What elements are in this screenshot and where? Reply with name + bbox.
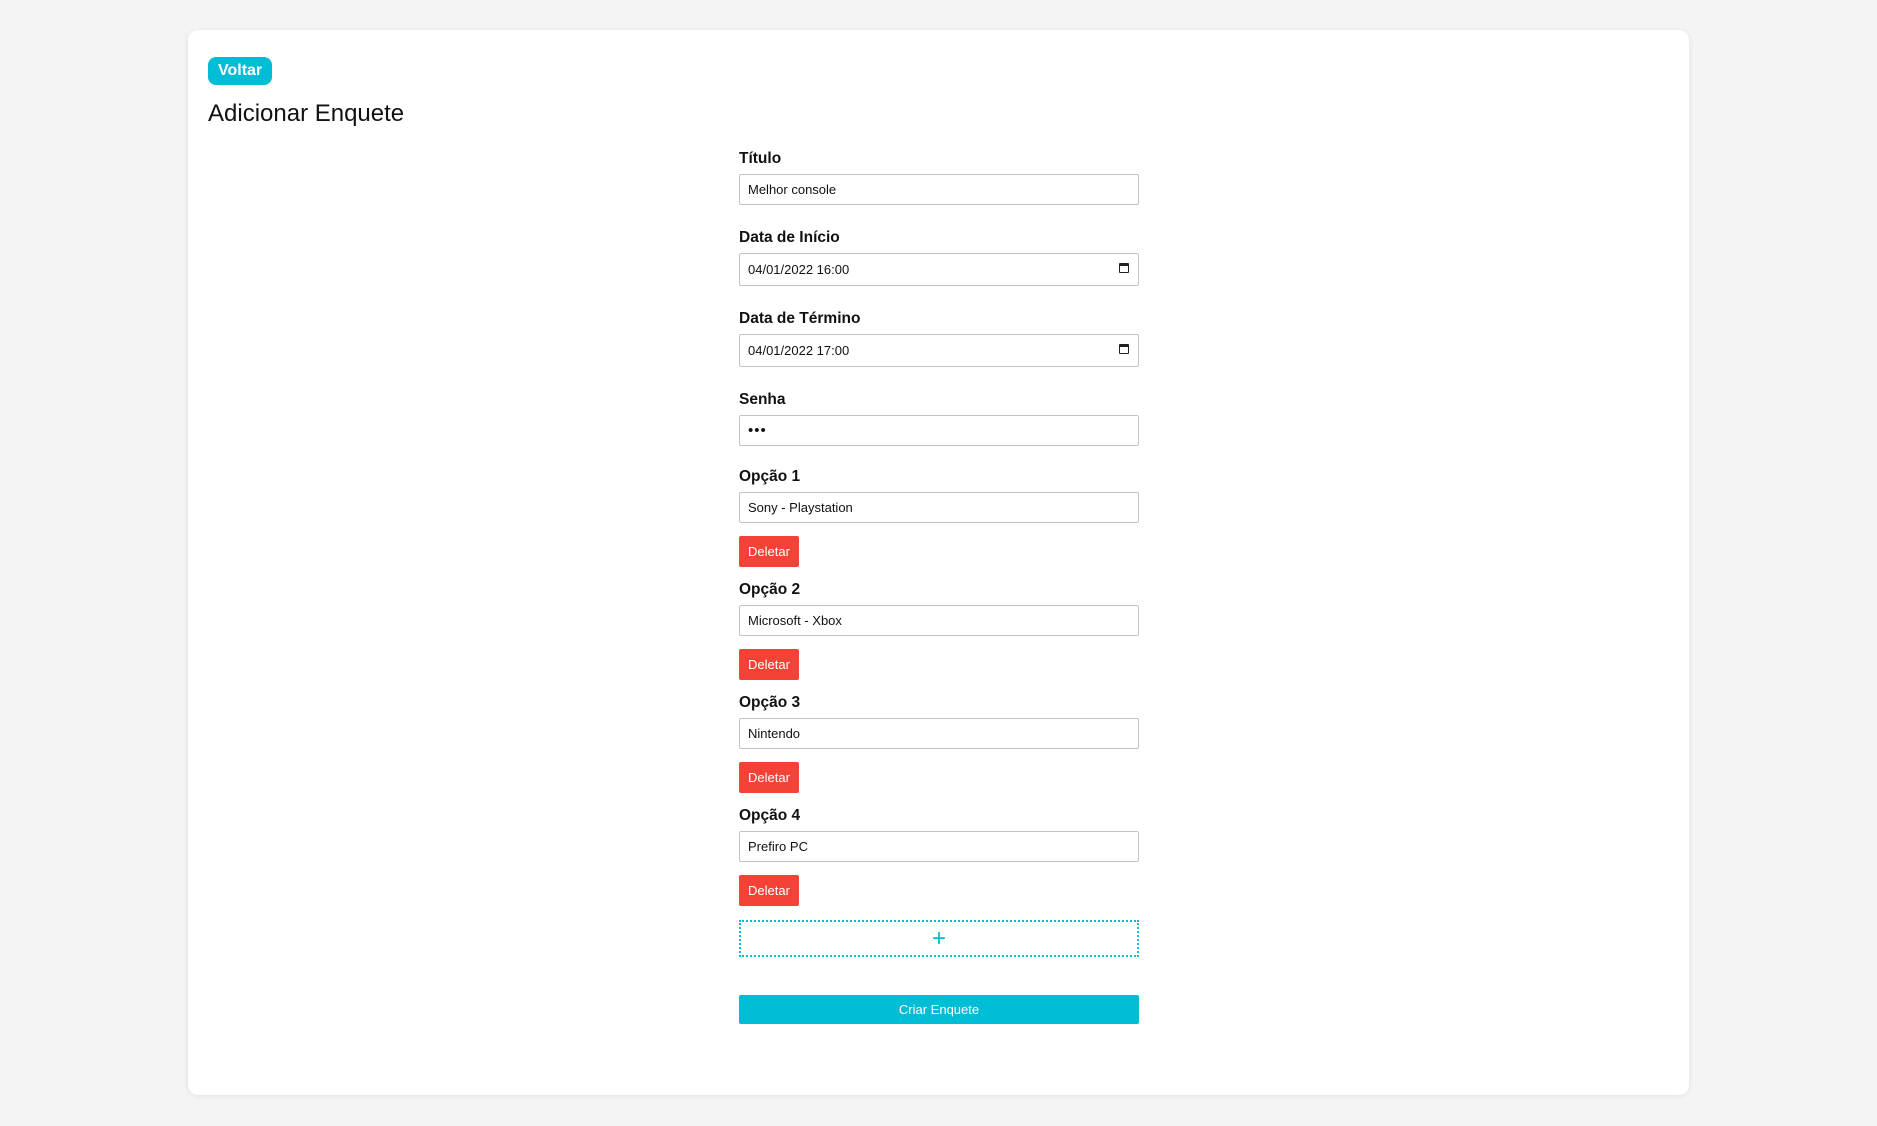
option-input[interactable] (739, 492, 1139, 523)
delete-option-button[interactable]: Deletar (739, 875, 799, 906)
end-date-wrapper (739, 334, 1139, 367)
create-poll-button[interactable]: Criar Enquete (739, 995, 1139, 1024)
option-group-4: Opção 4 Deletar (739, 807, 1139, 906)
password-field-group: Senha (739, 391, 1139, 446)
page-title: Adicionar Enquete (208, 100, 405, 127)
calendar-icon[interactable] (1119, 263, 1129, 273)
end-date-input[interactable] (739, 334, 1139, 367)
delete-option-button[interactable]: Deletar (739, 762, 799, 793)
password-label: Senha (739, 391, 786, 408)
option-group-3: Opção 3 Deletar (739, 694, 1139, 793)
calendar-icon[interactable] (1119, 344, 1129, 354)
option-group-2: Opção 2 Deletar (739, 581, 1139, 680)
option-label: Opção 4 (739, 807, 801, 824)
start-date-wrapper (739, 253, 1139, 286)
option-group-1: Opção 1 Deletar (739, 468, 1139, 567)
option-label: Opção 1 (739, 468, 801, 485)
delete-option-button[interactable]: Deletar (739, 536, 799, 567)
option-input[interactable] (739, 718, 1139, 749)
title-label: Título (739, 150, 782, 167)
delete-option-button[interactable]: Deletar (739, 649, 799, 680)
end-date-label: Data de Término (739, 310, 861, 327)
poll-form-card: Voltar Adicionar Enquete Título Data de … (188, 30, 1689, 1095)
option-input[interactable] (739, 605, 1139, 636)
add-option-button[interactable]: + (739, 920, 1139, 957)
end-date-field-group: Data de Término (739, 310, 1139, 367)
start-date-input[interactable] (739, 253, 1139, 286)
option-label: Opção 3 (739, 694, 801, 711)
option-label: Opção 2 (739, 581, 801, 598)
title-field-group: Título (739, 150, 1139, 205)
poll-form: Título Data de Início Data de Término Se… (739, 150, 1139, 1024)
back-button[interactable]: Voltar (208, 57, 273, 85)
option-input[interactable] (739, 831, 1139, 862)
start-date-field-group: Data de Início (739, 229, 1139, 286)
title-input[interactable] (739, 174, 1139, 205)
password-input[interactable] (739, 415, 1139, 446)
start-date-label: Data de Início (739, 229, 840, 246)
